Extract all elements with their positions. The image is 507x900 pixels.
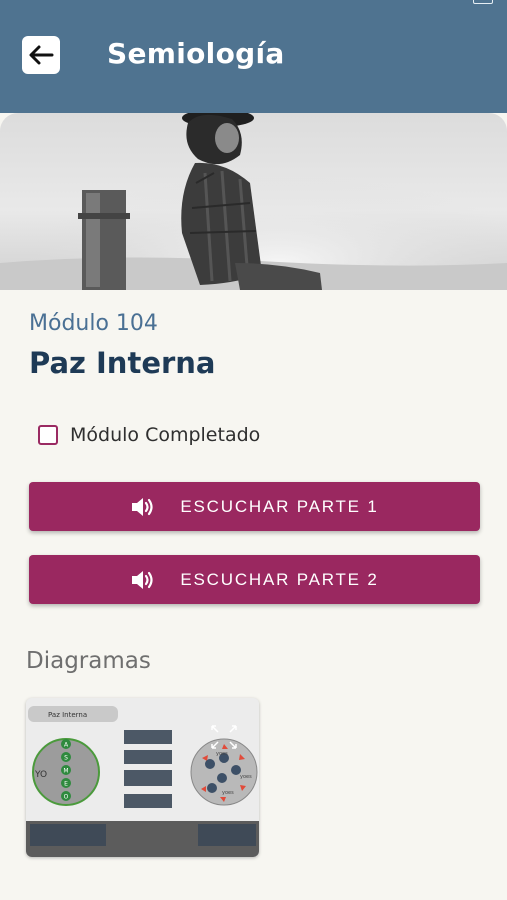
diagrams-heading: Diagramas: [26, 648, 151, 674]
listen-part-1-label: ESCUCHAR PARTE 1: [180, 496, 379, 516]
module-number: Módulo 104: [29, 311, 158, 336]
hero-image: [0, 113, 507, 290]
diagram-letter: M: [63, 768, 68, 775]
status-bar: [0, 0, 507, 6]
page-title: Semiología: [107, 37, 285, 70]
app-header: Semiología: [0, 0, 507, 113]
battery-icon: [473, 0, 493, 4]
diagram-letter: O: [64, 794, 69, 801]
diagram-letter: E: [64, 781, 68, 788]
diagram-around-label: yoes: [222, 790, 234, 796]
speaker-icon: [132, 570, 153, 589]
back-button[interactable]: [22, 36, 60, 74]
module-name: Paz Interna: [29, 346, 216, 380]
diagram-thumb-title: Paz Interna: [48, 711, 87, 719]
listen-part-2-label: ESCUCHAR PARTE 2: [180, 569, 379, 589]
arrow-left-icon: [29, 45, 54, 65]
diagram-around-label: yoes: [240, 774, 252, 780]
speaker-icon: [132, 497, 153, 516]
diagram-around-label: yoes: [216, 751, 228, 757]
diagram-letter: S: [64, 755, 68, 762]
diagram-thumbnail[interactable]: Paz Interna YO A S M E O yoes yoes yoes: [26, 698, 259, 857]
diagram-center-label: YO: [34, 770, 47, 780]
listen-part-2-button[interactable]: ESCUCHAR PARTE 2: [29, 555, 480, 604]
listen-part-1-button[interactable]: ESCUCHAR PARTE 1: [29, 482, 480, 531]
completed-checkbox[interactable]: [38, 425, 58, 445]
completed-label: Módulo Completado: [70, 424, 261, 446]
completed-checkbox-row[interactable]: Módulo Completado: [38, 422, 260, 448]
